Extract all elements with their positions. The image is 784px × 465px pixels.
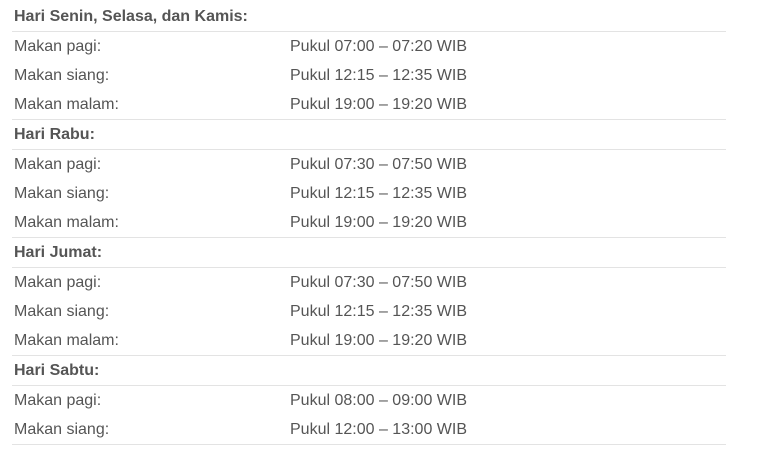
meal-time: Pukul 12:15 – 12:35 WIB bbox=[290, 185, 467, 202]
table-row: Makan malam: Pukul 19:00 – 19:20 WIB bbox=[12, 208, 726, 238]
meal-time: Pukul 07:30 – 07:50 WIB bbox=[290, 156, 467, 173]
table-row: Makan pagi: Pukul 07:30 – 07:50 WIB bbox=[12, 268, 726, 297]
meal-label: Makan malam: bbox=[14, 96, 119, 113]
meal-label: Makan siang: bbox=[14, 421, 110, 438]
meal-label: Makan siang: bbox=[14, 185, 110, 202]
meal-time: Pukul 07:30 – 07:50 WIB bbox=[290, 274, 467, 291]
table-row: Makan siang: Pukul 12:00 – 13:00 WIB bbox=[12, 415, 726, 445]
table-row: Makan malam: Pukul 19:00 – 19:20 WIB bbox=[12, 90, 726, 120]
meal-label: Makan malam: bbox=[14, 332, 119, 349]
section-title: Hari Sabtu: bbox=[12, 356, 726, 386]
schedule-section-jumat: Hari Jumat: Makan pagi: Pukul 07:30 – 07… bbox=[12, 238, 726, 356]
meal-time: Pukul 08:00 – 09:00 WIB bbox=[290, 392, 467, 409]
meal-label: Makan pagi: bbox=[14, 392, 102, 409]
section-title: Hari Senin, Selasa, dan Kamis: bbox=[12, 2, 726, 32]
meal-label: Makan siang: bbox=[14, 67, 110, 84]
table-row: Makan pagi: Pukul 08:00 – 09:00 WIB bbox=[12, 386, 726, 415]
meal-label: Makan pagi: bbox=[14, 38, 102, 55]
meal-time: Pukul 12:15 – 12:35 WIB bbox=[290, 67, 467, 84]
table-row: Makan siang: Pukul 12:15 – 12:35 WIB bbox=[12, 179, 726, 208]
meal-schedule: Hari Senin, Selasa, dan Kamis: Makan pag… bbox=[0, 0, 784, 465]
schedule-section-rabu: Hari Rabu: Makan pagi: Pukul 07:30 – 07:… bbox=[12, 120, 726, 238]
section-title: Hari Rabu: bbox=[12, 120, 726, 150]
meal-label: Makan pagi: bbox=[14, 274, 102, 291]
meal-time: Pukul 12:00 – 13:00 WIB bbox=[290, 421, 467, 438]
table-row: Makan siang: Pukul 12:15 – 12:35 WIB bbox=[12, 297, 726, 326]
table-row: Makan siang: Pukul 12:15 – 12:35 WIB bbox=[12, 61, 726, 90]
meal-time: Pukul 07:00 – 07:20 WIB bbox=[290, 38, 467, 55]
meal-time: Pukul 19:00 – 19:20 WIB bbox=[290, 96, 467, 113]
table-row: Makan pagi: Pukul 07:30 – 07:50 WIB bbox=[12, 150, 726, 179]
meal-time: Pukul 19:00 – 19:20 WIB bbox=[290, 332, 467, 349]
meal-label: Makan malam: bbox=[14, 214, 119, 231]
table-row: Makan malam: Pukul 19:00 – 19:20 WIB bbox=[12, 326, 726, 356]
meal-label: Makan pagi: bbox=[14, 156, 102, 173]
schedule-section-senin-selasa-kamis: Hari Senin, Selasa, dan Kamis: Makan pag… bbox=[12, 2, 726, 120]
meal-time: Pukul 19:00 – 19:20 WIB bbox=[290, 214, 467, 231]
schedule-section-sabtu: Hari Sabtu: Makan pagi: Pukul 08:00 – 09… bbox=[12, 356, 726, 445]
table-row: Makan pagi: Pukul 07:00 – 07:20 WIB bbox=[12, 32, 726, 61]
section-title: Hari Jumat: bbox=[12, 238, 726, 268]
meal-time: Pukul 12:15 – 12:35 WIB bbox=[290, 303, 467, 320]
meal-label: Makan siang: bbox=[14, 303, 110, 320]
schedule-table: Hari Senin, Selasa, dan Kamis: Makan pag… bbox=[12, 2, 726, 445]
